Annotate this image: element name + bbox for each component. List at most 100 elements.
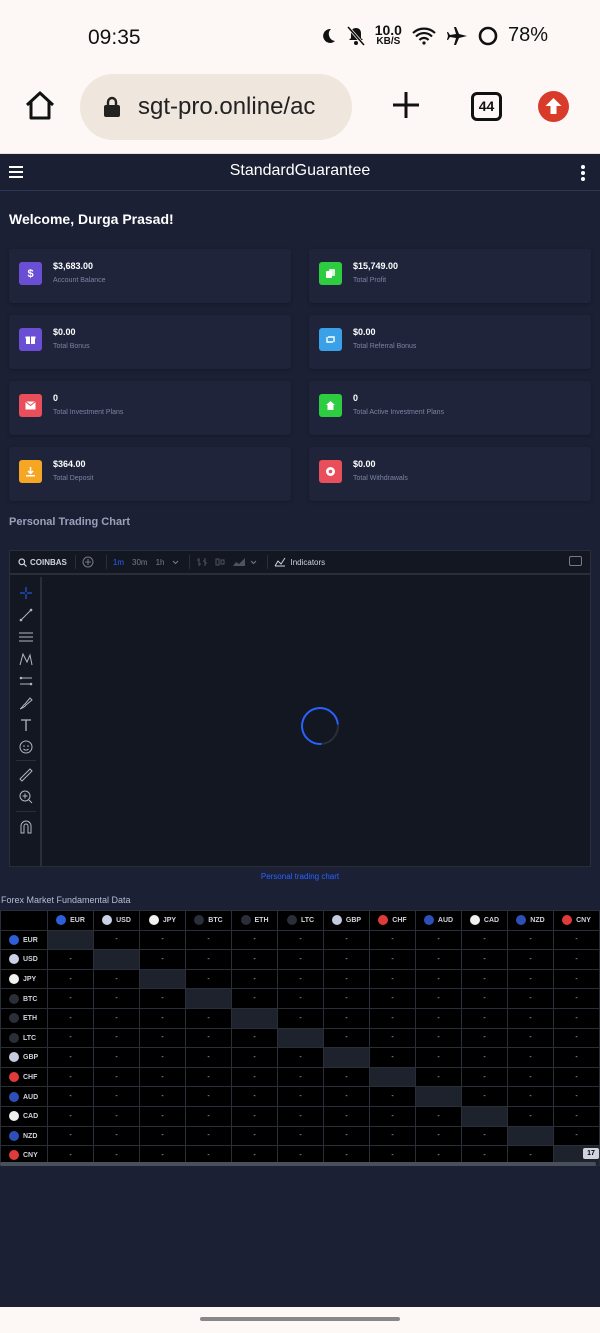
table-cell[interactable]: -: [553, 929, 600, 951]
table-cell[interactable]: -: [553, 1047, 600, 1068]
table-cell-diagonal[interactable]: [139, 968, 186, 990]
table-cell[interactable]: -: [369, 1125, 416, 1147]
table-cell[interactable]: -: [507, 1027, 554, 1049]
brush-icon[interactable]: [18, 695, 34, 711]
table-cell[interactable]: -: [507, 988, 554, 1009]
table-cell-diagonal[interactable]: [47, 929, 94, 951]
table-cell[interactable]: -: [461, 988, 508, 1009]
table-cell-diagonal[interactable]: [369, 1066, 416, 1088]
table-cell[interactable]: -: [277, 1066, 324, 1088]
table-cell[interactable]: -: [185, 949, 232, 970]
table-cell[interactable]: -: [277, 1047, 324, 1068]
candle-style-icon[interactable]: [214, 557, 226, 567]
table-cell[interactable]: -: [415, 1066, 462, 1088]
table-cell-diagonal[interactable]: [323, 1047, 370, 1068]
table-cell[interactable]: -: [553, 988, 600, 1009]
table-cell[interactable]: -: [369, 1105, 416, 1127]
table-cell[interactable]: -: [323, 1125, 370, 1147]
table-cell-diagonal[interactable]: [507, 1125, 554, 1147]
indicators-button[interactable]: Indicators: [274, 557, 325, 567]
table-cell[interactable]: -: [47, 1007, 94, 1029]
table-cell[interactable]: -: [415, 1047, 462, 1068]
table-cell[interactable]: -: [185, 1027, 232, 1049]
table-cell[interactable]: -: [553, 1027, 600, 1049]
table-cell[interactable]: -: [553, 1086, 600, 1107]
table-cell[interactable]: -: [461, 929, 508, 951]
table-cell[interactable]: -: [553, 1066, 600, 1088]
table-cell[interactable]: -: [323, 1066, 370, 1088]
table-cell-diagonal[interactable]: [415, 1086, 462, 1107]
table-cell[interactable]: -: [93, 1105, 140, 1127]
table-cell[interactable]: -: [507, 1047, 554, 1068]
table-cell[interactable]: -: [185, 1007, 232, 1029]
table-cell[interactable]: -: [461, 1027, 508, 1049]
table-cell[interactable]: -: [415, 949, 462, 970]
table-cell[interactable]: -: [139, 1125, 186, 1147]
table-cell[interactable]: -: [507, 1086, 554, 1107]
table-cell[interactable]: -: [93, 988, 140, 1009]
emoji-icon[interactable]: [18, 739, 34, 755]
table-cell[interactable]: -: [369, 988, 416, 1009]
table-cell[interactable]: -: [461, 1066, 508, 1088]
table-cell-diagonal[interactable]: [277, 1027, 324, 1049]
table-cell[interactable]: -: [139, 1105, 186, 1127]
timeframe-30m[interactable]: 30m: [132, 558, 148, 567]
table-cell-diagonal[interactable]: [185, 988, 232, 1009]
table-cell[interactable]: -: [231, 1027, 278, 1049]
table-cell[interactable]: -: [139, 949, 186, 970]
table-cell[interactable]: -: [369, 1007, 416, 1029]
table-cell[interactable]: -: [139, 929, 186, 951]
table-cell[interactable]: -: [415, 968, 462, 990]
home-icon[interactable]: [22, 88, 58, 124]
table-cell[interactable]: -: [323, 1027, 370, 1049]
table-cell[interactable]: -: [415, 1007, 462, 1029]
trend-line-icon[interactable]: [18, 607, 34, 623]
table-cell[interactable]: -: [369, 949, 416, 970]
table-cell[interactable]: -: [47, 949, 94, 970]
table-cell[interactable]: -: [185, 968, 232, 990]
table-cell[interactable]: -: [139, 988, 186, 1009]
table-cell[interactable]: -: [93, 1125, 140, 1147]
table-cell[interactable]: -: [461, 968, 508, 990]
table-cell[interactable]: -: [323, 1007, 370, 1029]
table-cell[interactable]: -: [231, 1086, 278, 1107]
table-cell[interactable]: -: [323, 1105, 370, 1127]
table-cell[interactable]: -: [139, 1047, 186, 1068]
table-cell[interactable]: -: [47, 1105, 94, 1127]
address-bar[interactable]: sgt-pro.online/ac: [80, 74, 352, 140]
tab-switcher-button[interactable]: 44: [471, 92, 502, 121]
table-cell[interactable]: -: [461, 1086, 508, 1107]
table-cell[interactable]: -: [93, 929, 140, 951]
table-cell[interactable]: -: [323, 968, 370, 990]
ruler-icon[interactable]: [18, 767, 34, 783]
table-cell[interactable]: -: [185, 1047, 232, 1068]
table-cell-diagonal[interactable]: [461, 1105, 508, 1127]
more-vert-icon[interactable]: [581, 165, 585, 181]
chevron-down-icon[interactable]: [250, 560, 257, 565]
table-cell[interactable]: -: [139, 1066, 186, 1088]
table-cell[interactable]: -: [277, 949, 324, 970]
table-cell[interactable]: -: [323, 929, 370, 951]
table-cell[interactable]: -: [507, 1066, 554, 1088]
table-cell[interactable]: -: [277, 1125, 324, 1147]
table-cell[interactable]: -: [185, 929, 232, 951]
table-cell[interactable]: -: [139, 1086, 186, 1107]
table-cell[interactable]: -: [461, 1047, 508, 1068]
table-cell[interactable]: -: [139, 1027, 186, 1049]
table-cell[interactable]: -: [47, 1047, 94, 1068]
plus-icon[interactable]: [390, 89, 422, 121]
table-cell[interactable]: -: [461, 1007, 508, 1029]
table-cell[interactable]: -: [369, 1086, 416, 1107]
bar-style-icon[interactable]: [196, 557, 208, 567]
table-cell[interactable]: -: [415, 988, 462, 1009]
table-cell[interactable]: -: [553, 949, 600, 970]
text-icon[interactable]: [18, 717, 34, 733]
table-cell-diagonal[interactable]: [231, 1007, 278, 1029]
table-cell[interactable]: -: [277, 1105, 324, 1127]
symbol-search-button[interactable]: COINBAS: [18, 558, 67, 567]
chevron-down-icon[interactable]: [172, 560, 179, 565]
trading-chart-widget[interactable]: COINBAS 1m 30m 1h Indicators: [9, 550, 591, 867]
table-cell[interactable]: -: [231, 988, 278, 1009]
table-cell[interactable]: -: [231, 929, 278, 951]
table-cell[interactable]: -: [369, 1027, 416, 1049]
